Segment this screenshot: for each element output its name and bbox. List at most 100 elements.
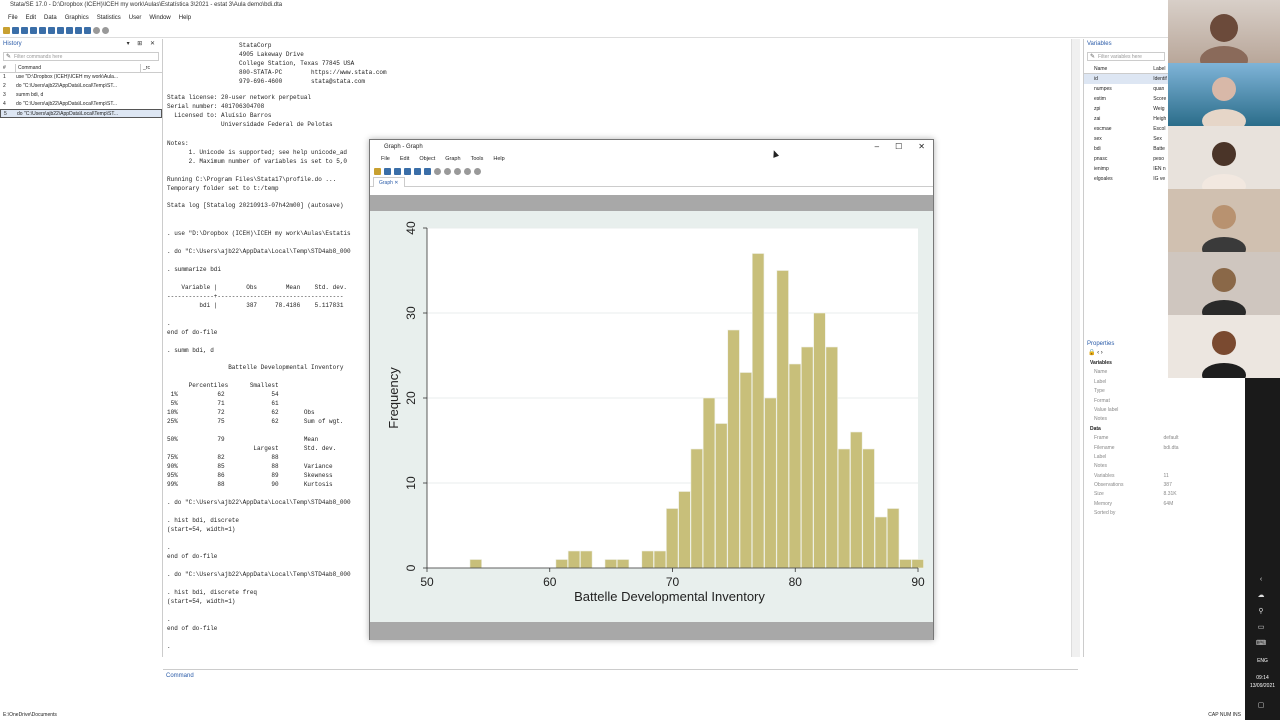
- keyboard-icon[interactable]: ⌨: [1256, 640, 1266, 648]
- clock-date[interactable]: 13/09/2021: [1245, 683, 1280, 689]
- property-row[interactable]: Variables 11: [1084, 472, 1243, 481]
- detail-title: Battelle Developmental Inventory: [167, 364, 344, 371]
- history-row-selected[interactable]: 5 do "C:\Users\ajb22\AppData\Local\Temp\S…: [0, 109, 162, 118]
- graph-print-icon[interactable]: [394, 167, 401, 175]
- menu-window[interactable]: Window: [145, 12, 174, 24]
- property-row[interactable]: Notes: [1084, 462, 1243, 471]
- menu-data[interactable]: Data: [40, 12, 61, 24]
- graph-icon[interactable]: [48, 27, 55, 34]
- do-file-editor-icon[interactable]: [57, 27, 64, 34]
- variable-row[interactable]: id Identif: [1084, 74, 1168, 84]
- property-row[interactable]: Notes: [1084, 415, 1243, 424]
- video-tile-6[interactable]: [1168, 315, 1280, 378]
- history-row[interactable]: 4 do "C:\Users\ajb22\AppData\Local\Temp\S…: [0, 100, 162, 109]
- variable-row[interactable]: zai Heigh: [1084, 114, 1168, 124]
- history-col-command[interactable]: Command: [16, 64, 141, 72]
- maximize-icon[interactable]: ☐: [895, 140, 902, 154]
- history-col-rc[interactable]: _rc: [141, 64, 150, 72]
- viewer-icon[interactable]: [39, 27, 46, 34]
- graph-open-icon[interactable]: [374, 167, 381, 175]
- property-row[interactable]: Frame default: [1084, 434, 1243, 443]
- notifications-icon[interactable]: ▢: [1256, 702, 1266, 710]
- data-browser-icon[interactable]: [75, 27, 82, 34]
- graph-menu-edit[interactable]: Edit: [395, 154, 414, 165]
- property-group[interactable]: Data: [1084, 425, 1243, 434]
- graph-tab[interactable]: Graph ✕: [373, 177, 405, 187]
- histogram-bar: [776, 270, 789, 569]
- graph-window-titlebar[interactable]: Graph - Graph – ☐ ✕: [370, 140, 933, 154]
- chevron-up-icon[interactable]: ‹: [1256, 576, 1266, 584]
- menu-graphics[interactable]: Graphics: [61, 12, 93, 24]
- property-row[interactable]: Sorted by: [1084, 509, 1243, 518]
- history-filter-input[interactable]: Filter commands here: [3, 52, 159, 61]
- property-row[interactable]: Label: [1084, 453, 1243, 462]
- graph-menu-graph[interactable]: Graph: [440, 154, 465, 165]
- graph-copy-icon[interactable]: [404, 167, 411, 175]
- property-row[interactable]: Type: [1084, 387, 1243, 396]
- variable-row[interactable]: estim Score: [1084, 94, 1168, 104]
- cloud-icon[interactable]: ☁: [1256, 592, 1266, 600]
- property-row[interactable]: Format: [1084, 397, 1243, 406]
- variable-row[interactable]: escmae Escol: [1084, 124, 1168, 134]
- pause-icon[interactable]: [464, 167, 471, 175]
- property-row[interactable]: Memory 64M: [1084, 500, 1243, 509]
- data-editor-icon[interactable]: [66, 27, 73, 34]
- menu-edit[interactable]: Edit: [22, 12, 40, 24]
- menu-help[interactable]: Help: [175, 12, 195, 24]
- save-icon[interactable]: [12, 27, 19, 34]
- variable-row[interactable]: ienimp IEN n: [1084, 164, 1168, 174]
- video-tile-5[interactable]: [1168, 252, 1280, 315]
- history-row[interactable]: 1 use "D:\Dropbox (ICEH)\ICEH my work\Aul…: [0, 73, 162, 82]
- video-tile-3[interactable]: [1168, 126, 1280, 189]
- graph-editor-icon[interactable]: [424, 167, 431, 175]
- variable-row[interactable]: pnasc peso: [1084, 154, 1168, 164]
- variable-row[interactable]: elgoales IG ve: [1084, 174, 1168, 184]
- property-row[interactable]: Size 8.31K: [1084, 490, 1243, 499]
- property-row[interactable]: Value label: [1084, 406, 1243, 415]
- video-tile-1[interactable]: [1168, 0, 1280, 63]
- close-icon[interactable]: ✕: [918, 140, 925, 154]
- graph-menu-file[interactable]: File: [376, 154, 395, 165]
- video-tile-2[interactable]: [1168, 63, 1280, 126]
- variable-row[interactable]: sex Sex: [1084, 134, 1168, 144]
- x-tick-label: 90: [911, 575, 925, 589]
- graph-rename-icon[interactable]: [414, 167, 421, 175]
- results-scrollbar[interactable]: [1071, 39, 1080, 657]
- variables-manager-icon[interactable]: [84, 27, 91, 34]
- record-icon[interactable]: [454, 167, 461, 175]
- property-row[interactable]: Label: [1084, 378, 1243, 387]
- video-tile-4[interactable]: [1168, 189, 1280, 252]
- more-icon[interactable]: [93, 27, 100, 34]
- play-icon[interactable]: [474, 167, 481, 175]
- history-row[interactable]: 2 do "C:\Users\ajb22\AppData\Local\Temp\S…: [0, 82, 162, 91]
- graph-menu-help[interactable]: Help: [488, 154, 509, 165]
- history-col-num[interactable]: #: [0, 64, 16, 72]
- command-box[interactable]: Command: [163, 669, 1078, 709]
- clock-time[interactable]: 09:14: [1245, 675, 1280, 681]
- panel-controls[interactable]: ▾ ⊞ ✕: [127, 39, 158, 49]
- language-indicator[interactable]: ENG: [1245, 658, 1280, 664]
- network-icon[interactable]: ⚲: [1256, 608, 1266, 616]
- log-icon[interactable]: [30, 27, 37, 34]
- variables-filter-input[interactable]: Filter variables here: [1087, 52, 1165, 61]
- variable-row[interactable]: numpes quan: [1084, 84, 1168, 94]
- graph-menu-tools[interactable]: Tools: [466, 154, 489, 165]
- property-row[interactable]: Filename bdi.dta: [1084, 444, 1243, 453]
- histogram-bar: [641, 550, 654, 569]
- redo-icon[interactable]: [444, 167, 451, 175]
- variable-row[interactable]: bdi Batte: [1084, 144, 1168, 154]
- graph-save-icon[interactable]: [384, 167, 391, 175]
- open-icon[interactable]: [3, 27, 10, 34]
- graph-menu-object[interactable]: Object: [414, 154, 440, 165]
- undo-icon[interactable]: [434, 167, 441, 175]
- menu-file[interactable]: File: [4, 12, 22, 24]
- break-icon[interactable]: [102, 27, 109, 34]
- display-icon[interactable]: ▭: [1256, 624, 1266, 632]
- variable-row[interactable]: zpi Weig: [1084, 104, 1168, 114]
- menu-user[interactable]: User: [125, 12, 146, 24]
- minimize-icon[interactable]: –: [875, 140, 879, 154]
- print-icon[interactable]: [21, 27, 28, 34]
- history-row[interactable]: 3 summ bdi, d: [0, 91, 162, 100]
- property-row[interactable]: Observations 387: [1084, 481, 1243, 490]
- menu-statistics[interactable]: Statistics: [93, 12, 125, 24]
